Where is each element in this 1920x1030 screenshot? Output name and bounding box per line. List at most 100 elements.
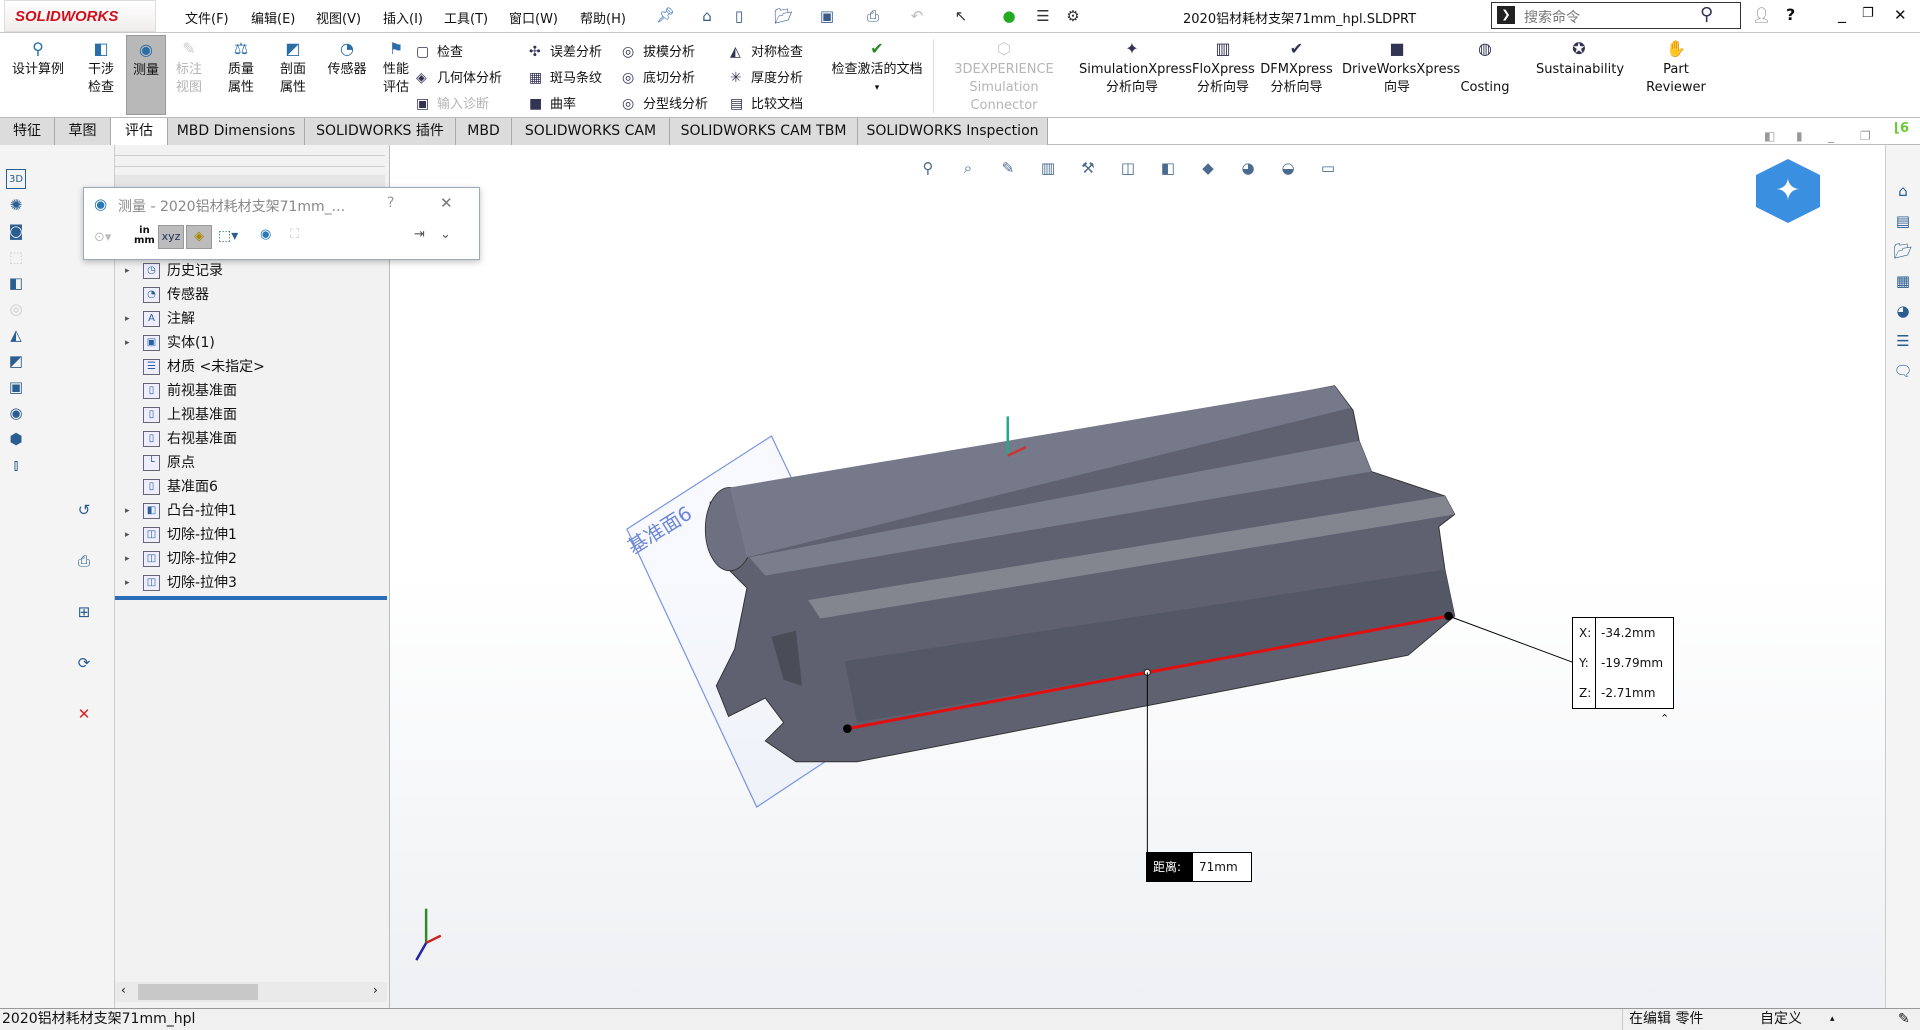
search-input[interactable]: 搜索命令 [1524,7,1580,27]
collapse-callout-icon[interactable]: ⌃ [1660,712,1669,725]
ribbon-small-button-3-0[interactable]: ◭ 对称检查 [730,41,803,60]
show-xyz-icon[interactable]: xyz [158,225,184,249]
left-tool-icon-0[interactable]: 3D [6,169,26,189]
menu-item-4[interactable]: 工具(T) [444,8,488,27]
graphics-area[interactable]: ⚲ ⌕ ✎ ▥ ⚒ ◫ ◧ ◆ ◕ ◒ ▭ ◧ ▮ _ ❐ ✦ [390,129,1885,1008]
menu-item-3[interactable]: 插入(I) [383,8,423,27]
pin-icon[interactable]: 📌︎ [656,6,675,24]
tree-item[interactable]: ▸ ◫ 切除-拉伸2 [115,547,385,571]
tab-5[interactable]: MBD [456,118,512,145]
tree-item[interactable]: ◔ 传感器 [115,283,385,307]
tree-item[interactable]: └ 原点 [115,451,385,475]
tooltip-icon[interactable]: ✎ [1898,1009,1910,1030]
refresh-icon[interactable]: ⟳ [74,653,94,673]
addin-button-3[interactable]: ✔ DFMXpress 分析向导 [1260,35,1333,115]
menu-item-2[interactable]: 视图(V) [316,8,361,27]
tab-8[interactable]: SOLIDWORKS Inspection [858,118,1048,145]
search-commands[interactable]: ❯ 搜索命令 ⚲ [1491,2,1741,29]
viewport-window-icon-2[interactable]: _ [1828,129,1834,143]
options-gear-icon[interactable]: ⚙ [1064,7,1082,25]
ribbon-small-button-1-0[interactable]: ✣ 误差分析 [529,41,602,60]
tab-2[interactable]: 评估 [111,118,168,145]
ribbon-button-0[interactable]: ⚲ 设计算例 [8,35,68,115]
cancel-icon[interactable]: ✕ [74,704,94,724]
tree-item[interactable]: ▸ ◷ 历史记录 [115,259,385,283]
tree-item[interactable]: ▸ A 注解 [115,307,385,331]
viewport-window-icon-1[interactable]: ▮ [1796,129,1803,143]
check-active-document-button[interactable]: ✔ 检查激活的文档 ▾ [826,35,928,97]
expand-arrow-icon[interactable]: ▸ [125,331,130,355]
tree-item[interactable]: ▯ 前视基准面 [115,379,385,403]
3dexperience-compass-icon[interactable]: ✦ [1756,159,1820,223]
close-dialog-button[interactable]: ✕ [440,194,453,212]
ribbon-small-button-0-0[interactable]: ▢ 检查 [416,41,463,60]
undo-icon[interactable]: ↶ [908,7,926,25]
user-icon[interactable]: 👤︎ [1752,6,1771,24]
tree-item[interactable]: ▯ 基准面6 [115,475,385,499]
tab-3[interactable]: MBD Dimensions [168,118,305,145]
ribbon-button-4[interactable]: ⚖ 质量属性 [218,35,264,115]
left-tool-icon-5[interactable]: ◎ [6,299,26,319]
expand-arrow-icon[interactable]: ▸ [125,307,130,331]
ribbon-small-button-1-2[interactable]: ■ 曲率 [529,93,576,112]
task-pane-icon-5[interactable]: ☰ [1893,331,1913,351]
heads-up-icon-9[interactable]: ◒ [1278,158,1298,178]
open-icon[interactable]: 📂︎ [774,7,793,25]
viewport-window-icon-0[interactable]: ◧ [1764,129,1775,143]
left-tool-icon-11[interactable]: ⫾ [6,455,26,475]
ribbon-small-button-1-1[interactable]: ▦ 斑马条纹 [529,67,602,86]
ribbon-button-7[interactable]: ⚑ 性能评估 [375,35,417,115]
panel-splitter[interactable] [115,155,385,167]
menu-item-6[interactable]: 帮助(H) [580,8,626,27]
heads-up-icon-0[interactable]: ⚲ [918,158,938,178]
print-icon[interactable]: ⎙ [864,7,882,25]
point-to-point-icon[interactable]: ◈ [186,225,212,249]
tree-item[interactable]: ▸ ▣ 实体(1) [115,331,385,355]
ribbon-button-3[interactable]: ✎ 标注视图 [168,35,210,115]
pin-dialog-icon[interactable]: ⇥ [414,227,425,242]
menu-item-1[interactable]: 编辑(E) [251,8,295,27]
heads-up-icon-4[interactable]: ⚒ [1078,158,1098,178]
rollback-bar[interactable] [115,596,387,600]
addin-button-4[interactable]: ■ DriveWorksXpress 向导 [1342,35,1460,115]
ribbon-button-2[interactable]: ◉ 测量 [126,35,166,115]
tab-1[interactable]: 草图 [55,118,111,145]
tree-item[interactable]: ▸ ◫ 切除-拉伸3 [115,571,385,595]
task-pane-icon-2[interactable]: 📂︎ [1893,241,1913,261]
left-tool-icon-10[interactable]: ⬢ [6,429,26,449]
left-tool-icon-6[interactable]: ◭ [6,325,26,345]
print-icon[interactable]: ⎙ [74,551,94,571]
restore-button[interactable]: ❐ [1862,6,1874,21]
ribbon-button-1[interactable]: ◧ 干涉检查 [78,35,124,115]
measure-history-icon[interactable]: ◉ [260,227,271,242]
scrollbar-thumb[interactable] [138,984,258,1000]
tree-item[interactable]: ▸ ◧ 凸台-拉伸1 [115,499,385,523]
heads-up-icon-1[interactable]: ⌕ [958,158,978,178]
task-pane-icon-1[interactable]: ▤ [1893,211,1913,231]
horizontal-scrollbar[interactable]: ‹ › [115,982,387,1002]
addin-button-0[interactable]: ⬡ 3DEXPERIENCE Simulation Connector [938,35,1070,115]
units-chevron-icon[interactable]: ▴ [1830,1009,1835,1030]
ribbon-button-5[interactable]: ◩ 剖面属性 [270,35,316,115]
units-system-button[interactable]: 自定义 [1760,1009,1802,1030]
task-pane-icon-6[interactable]: 🗨︎ [1893,361,1913,381]
tab-4[interactable]: SOLIDWORKS 插件 [305,118,456,145]
ribbon-small-button-3-2[interactable]: ▤ 比较文档 [730,93,803,112]
new-document-icon[interactable]: ▯ [730,7,748,25]
file-properties-icon[interactable]: ☰ [1034,7,1052,25]
expand-dialog-icon[interactable]: ⌄ [440,227,451,242]
left-tool-icon-8[interactable]: ▣ [6,377,26,397]
arc-options-icon[interactable]: ⊙▾ [94,230,111,245]
left-tool-icon-9[interactable]: ◉ [6,403,26,423]
left-tool-icon-4[interactable]: ◧ [6,273,26,293]
task-pane-icon-4[interactable]: ◕ [1893,301,1913,321]
tab-6[interactable]: SOLIDWORKS CAM [512,118,670,145]
search-icon[interactable]: ⚲ [1700,4,1713,25]
ribbon-small-button-2-2[interactable]: ◎ 分型线分析 [622,93,708,112]
viewport-window-icon-3[interactable]: ❐ [1860,129,1871,143]
rollback-icon[interactable]: ↺ [74,500,94,520]
projected-on-icon[interactable]: ⬚▾ [218,228,238,244]
select-icon[interactable]: ↖ [952,7,970,25]
left-tool-icon-7[interactable]: ◩ [6,351,26,371]
expand-arrow-icon[interactable]: ▸ [125,259,130,283]
